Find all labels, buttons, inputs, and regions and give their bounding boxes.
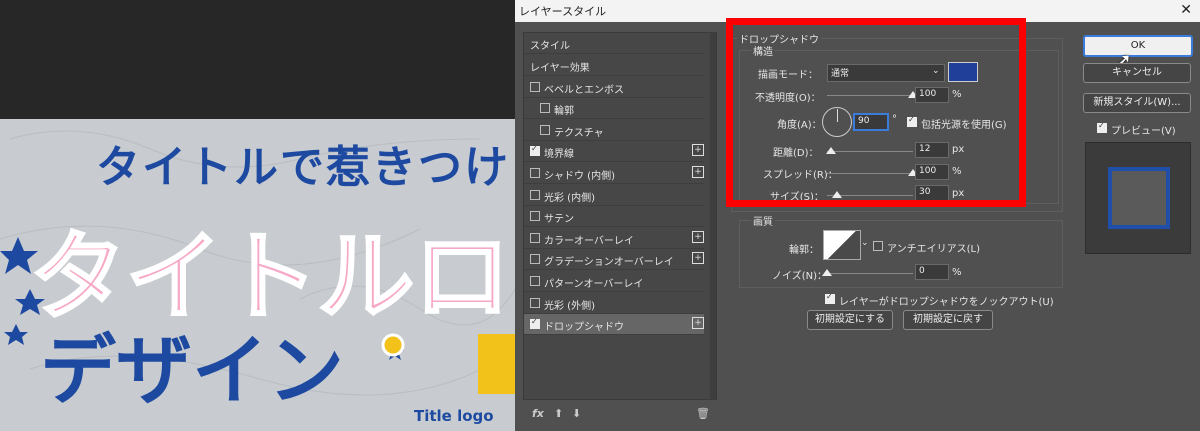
style-item-checkbox[interactable]: [530, 189, 540, 200]
style-item-label: レイヤー効果: [530, 63, 590, 74]
add-effect-icon[interactable]: +: [692, 166, 704, 178]
style-item[interactable]: ドロップシャドウ +: [524, 314, 704, 336]
style-item-checkbox[interactable]: [540, 124, 550, 135]
artwork-caption: Title logo: [414, 407, 494, 425]
noise-slider-thumb[interactable]: [822, 269, 832, 276]
style-item[interactable]: 光彩 (内側): [524, 185, 704, 206]
canvas-background: [0, 0, 515, 119]
highlight-box: [726, 18, 1026, 207]
style-item-checkbox[interactable]: [530, 211, 540, 222]
style-item[interactable]: グラデーションオーバーレイ +: [524, 249, 704, 271]
style-item-label: サテン: [544, 214, 574, 226]
style-item-label: 境界線: [544, 149, 574, 161]
canvas-artwork: タイトルで惹きつけ タイトルロ デザイン Title logo: [0, 119, 515, 431]
noise-unit: %: [952, 267, 962, 278]
style-item-label: 光彩 (内側): [544, 192, 595, 204]
style-item-label: ドロップシャドウ: [544, 322, 624, 334]
cancel-button[interactable]: キャンセル: [1083, 63, 1191, 83]
antialias-checkbox[interactable]: [873, 241, 883, 251]
style-item-label: 輪郭: [554, 106, 574, 118]
trash-icon[interactable]: 🗑: [696, 407, 710, 420]
ok-button[interactable]: OK: [1083, 35, 1193, 57]
style-item-checkbox[interactable]: [530, 81, 540, 92]
quality-title: 画質: [751, 213, 775, 228]
style-item[interactable]: 境界線 +: [524, 141, 704, 163]
preview-label: プレビュー(V): [1111, 126, 1176, 137]
style-list-toolbar: fx ⬆ ⬇ 🗑: [524, 403, 716, 427]
style-item-checkbox[interactable]: [530, 232, 540, 243]
add-effect-icon[interactable]: +: [692, 252, 704, 265]
style-item-label: パターンオーバーレイ: [544, 279, 644, 290]
style-item-checkbox[interactable]: [540, 103, 550, 114]
fx-icon[interactable]: fx: [532, 407, 544, 420]
style-item-checkbox[interactable]: [530, 317, 540, 330]
add-effect-icon[interactable]: +: [692, 144, 704, 157]
preview-thumbnail: [1085, 142, 1191, 254]
add-effect-icon[interactable]: +: [692, 230, 704, 243]
style-item-checkbox[interactable]: [530, 297, 540, 308]
style-item[interactable]: ベベルとエンボス: [524, 77, 704, 98]
style-item[interactable]: シャドウ (内側) +: [524, 163, 704, 184]
style-item[interactable]: 輪郭: [524, 98, 704, 120]
reset-default-button[interactable]: 初期設定に戻す: [903, 310, 993, 330]
noise-slider-track[interactable]: [827, 273, 913, 274]
contour-chevron-icon[interactable]: ⌄: [861, 238, 869, 248]
style-item-label: シャドウ (内側): [544, 171, 615, 182]
noise-input[interactable]: 0: [915, 264, 949, 280]
style-item-label: テクスチャ: [554, 127, 604, 139]
style-item-label: 光彩 (外側): [544, 300, 595, 312]
preview-square: [1108, 167, 1170, 229]
artwork-line1: タイトルで惹きつけ: [96, 142, 510, 193]
artwork-line3: デザイン: [40, 326, 344, 415]
style-item-label: ベベルとエンボス: [544, 84, 624, 96]
style-item[interactable]: 光彩 (外側): [524, 293, 704, 314]
style-item[interactable]: レイヤー効果: [524, 55, 704, 76]
add-effect-icon[interactable]: +: [692, 317, 704, 330]
dialog-title: レイヤースタイル: [519, 5, 607, 18]
contour-preview[interactable]: [823, 230, 861, 260]
knockout-checkbox[interactable]: [825, 292, 835, 304]
style-item-checkbox[interactable]: [530, 168, 540, 178]
noise-label: ノイズ(N)：: [772, 271, 827, 282]
make-default-button[interactable]: 初期設定にする: [807, 310, 893, 330]
antialias-label: アンチエイリアス(L): [887, 244, 980, 255]
style-item-label: グラデーションオーバーレイ: [544, 257, 674, 269]
new-style-button[interactable]: 新規スタイル(W)...: [1083, 93, 1191, 113]
style-item[interactable]: サテン: [524, 206, 704, 228]
move-up-icon[interactable]: ⬆: [554, 407, 563, 420]
style-item[interactable]: パターンオーバーレイ: [524, 271, 704, 292]
style-item-checkbox[interactable]: [530, 144, 540, 157]
style-item-checkbox[interactable]: [530, 254, 540, 265]
move-down-icon[interactable]: ⬇: [572, 407, 581, 420]
style-item[interactable]: テクスチャ: [524, 120, 704, 141]
contour-label: 輪郭：: [789, 245, 819, 256]
style-item[interactable]: カラーオーバーレイ +: [524, 228, 704, 249]
close-icon[interactable]: ✕: [1180, 2, 1192, 18]
style-list-header[interactable]: スタイル: [524, 33, 704, 54]
preview-checkbox[interactable]: [1097, 121, 1107, 133]
layer-style-dialog: レイヤースタイル ✕ スタイル レイヤー効果ベベルとエンボス輪郭テクスチャ境界線…: [515, 0, 1200, 431]
knockout-label: レイヤーがドロップシャドウをノックアウト(U): [839, 297, 1054, 308]
style-list-scrollbar[interactable]: [710, 33, 716, 399]
style-item-label: カラーオーバーレイ: [544, 235, 634, 247]
style-list-panel: スタイル レイヤー効果ベベルとエンボス輪郭テクスチャ境界線 + シャドウ (内側) +…: [523, 32, 717, 420]
style-item-checkbox[interactable]: [530, 276, 540, 286]
